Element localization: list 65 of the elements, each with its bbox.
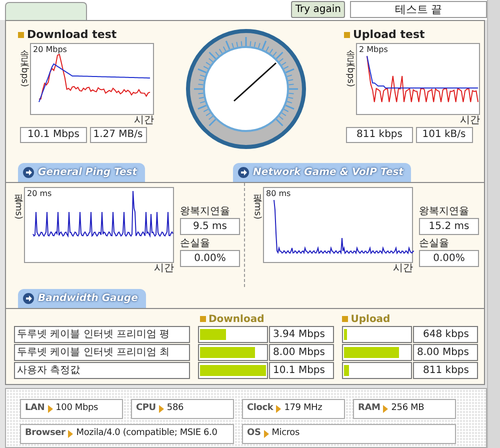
triangle-icon	[264, 430, 269, 438]
tab[interactable]	[5, 2, 87, 20]
bullet-icon	[344, 32, 350, 38]
speed-value: 10.1 Mbps	[269, 362, 334, 379]
info-label: LAN	[25, 402, 45, 416]
triangle-icon	[383, 405, 388, 413]
loss-label: 손실율	[180, 237, 211, 250]
info-value: 179 MHz	[284, 402, 322, 416]
arrow-circle-icon	[23, 293, 34, 304]
bullet-icon	[200, 316, 206, 322]
graph-scale-label: 80 ms	[266, 189, 291, 198]
info-label: CPU	[136, 402, 156, 416]
latency-field: 15.2 ms	[419, 218, 479, 235]
bullet-icon	[342, 316, 348, 322]
try-again-button[interactable]: Try again	[291, 1, 345, 18]
speed-value: 8.00 Mbps	[269, 344, 334, 361]
test-title: Download test	[27, 26, 117, 43]
row-label: 사용자 측정값	[14, 362, 190, 379]
arrow-circle-icon	[23, 167, 34, 178]
graph-scale-label: 20 Mbps	[33, 45, 67, 54]
axis-label: 핑 (ms)	[12, 187, 24, 222]
test-title: Upload test	[353, 26, 425, 43]
axis-label: 핑 (ms)	[251, 187, 263, 222]
graph-scale-label: 2 Mbps	[359, 45, 388, 54]
axis-label: 시간	[459, 115, 480, 127]
loss-label: 손실율	[419, 237, 450, 250]
info-label: OS	[247, 427, 261, 440]
latency-field: 9.5 ms	[180, 218, 240, 235]
column-header: Download	[208, 312, 264, 326]
column-header: Upload	[350, 312, 390, 326]
triangle-icon	[68, 430, 74, 438]
speed-value: 8.00 Mbps	[413, 344, 478, 361]
triangle-icon	[48, 405, 53, 413]
loss-field: 0.00%	[419, 250, 479, 267]
info-label: Browser	[25, 427, 66, 440]
axis-label: 시간	[133, 115, 154, 127]
row-label: 두루넷 케이블 인터넷 프리미엄 평	[14, 326, 190, 343]
latency-label: 왕복지연율	[180, 205, 231, 218]
info-value: 256 MB	[391, 402, 424, 416]
speed-value: 3.94 Mbps	[269, 326, 334, 343]
info-value: 100 Mbps	[56, 402, 98, 416]
bullet-icon	[18, 32, 24, 38]
loss-field: 0.00%	[180, 250, 240, 267]
arrow-circle-icon	[238, 167, 250, 178]
reading-field: 101 kB/s	[416, 127, 472, 143]
axis-label: 시간	[153, 263, 174, 275]
info-value: 586	[166, 402, 184, 416]
reading-field: 811 kbps	[346, 127, 413, 143]
triangle-icon	[276, 405, 282, 413]
info-value: Micros	[272, 427, 300, 440]
axis-label: 속도 (bps)	[344, 43, 356, 89]
speed-value: 648 kbps	[413, 326, 478, 343]
info-label: RAM	[358, 402, 380, 416]
axis-label: 시간	[392, 263, 413, 275]
graph-scale-label: 20 ms	[27, 189, 52, 198]
latency-label: 왕복지연율	[419, 205, 470, 218]
status-field: 테스트 끝	[350, 1, 487, 18]
reading-field: 10.1 Mbps	[20, 127, 87, 143]
info-label: Clock	[247, 402, 274, 416]
axis-label: 속도 (bps)	[18, 43, 30, 89]
row-label: 두루넷 케이블 인터넷 프리미엄 최	[14, 344, 190, 361]
info-value: Mozila/4.0 (compatible; MSIE 6.0	[76, 427, 218, 440]
triangle-icon	[158, 405, 164, 413]
speed-value: 811 kbps	[413, 362, 478, 379]
reading-field: 1.27 MB/s	[90, 127, 146, 143]
